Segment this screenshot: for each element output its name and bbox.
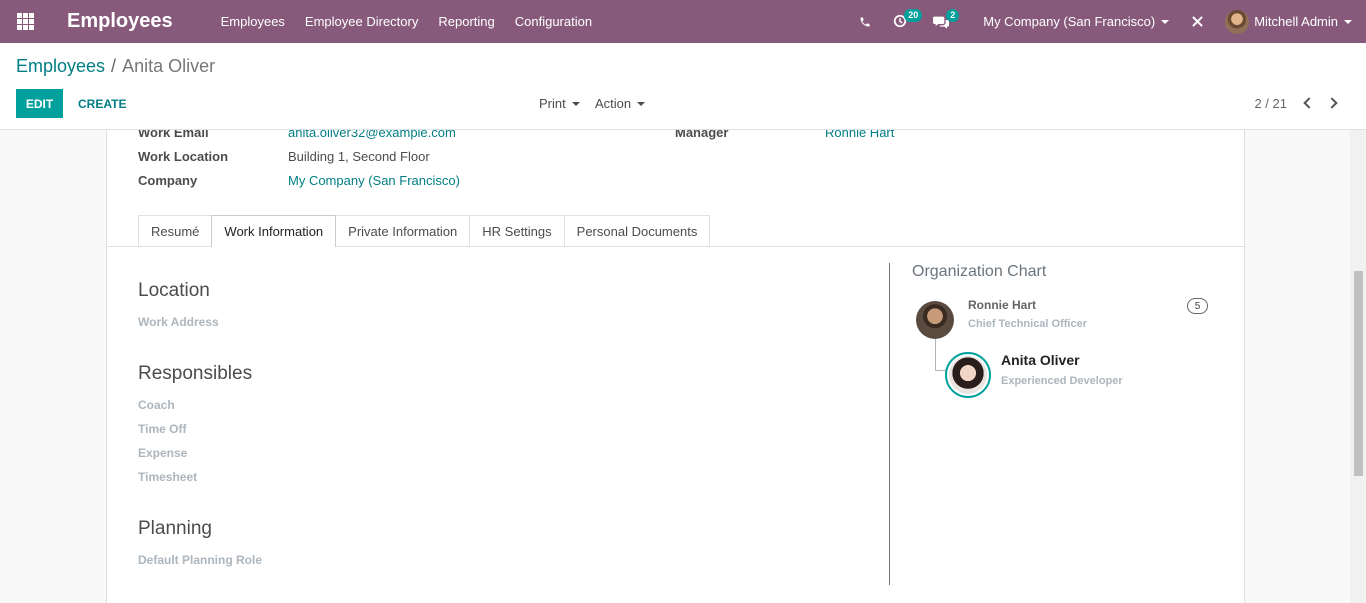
- manager-avatar[interactable]: [916, 301, 954, 339]
- time-off-label: Time Off: [138, 422, 187, 436]
- navbar-systray: 20 2 My Company (San Francisco) Mitchell…: [855, 0, 1366, 43]
- expense-label: Expense: [138, 446, 188, 460]
- org-manager-job: Chief Technical Officer: [968, 318, 1087, 330]
- form-sheet: Work Email anita.oliver32@example.com Ma…: [106, 130, 1246, 603]
- breadcrumb-separator: /: [111, 56, 117, 76]
- apps-menu-icon[interactable]: [0, 0, 50, 43]
- planning-section-title: Planning: [138, 518, 212, 539]
- employee-avatar: [945, 352, 991, 398]
- menu-item-configuration[interactable]: Configuration: [505, 0, 602, 43]
- company-name: My Company (San Francisco): [983, 14, 1156, 29]
- print-dropdown[interactable]: Print: [539, 96, 580, 111]
- subordinates-count-badge[interactable]: 5: [1187, 298, 1208, 314]
- pager-next-button[interactable]: [1326, 95, 1341, 111]
- user-name: Mitchell Admin: [1254, 14, 1338, 29]
- chevron-down-icon: [571, 101, 580, 106]
- manager-label: Manager: [675, 130, 729, 140]
- chevron-left-icon: [1303, 97, 1315, 109]
- message-count-badge: 2: [946, 9, 960, 22]
- menu-item-reporting[interactable]: Reporting: [428, 0, 504, 43]
- default-planning-role-label: Default Planning Role: [138, 553, 263, 567]
- work-location-label: Work Location: [138, 149, 229, 164]
- main-menu: Employees Employee Directory Reporting C…: [211, 0, 602, 43]
- column-separator: [889, 263, 890, 585]
- print-label: Print: [539, 96, 566, 111]
- work-email-link[interactable]: anita.oliver32@example.com: [288, 130, 456, 140]
- manager-link[interactable]: Ronnie Hart: [825, 130, 894, 140]
- breadcrumb: Employees / Anita Oliver: [16, 56, 215, 77]
- chevron-down-icon: [1161, 19, 1170, 24]
- user-avatar: [1225, 9, 1250, 34]
- breadcrumb-parent-link[interactable]: Employees: [16, 56, 105, 76]
- menu-item-employees[interactable]: Employees: [211, 0, 295, 43]
- chevron-down-icon: [1344, 19, 1352, 24]
- pager-value[interactable]: 2 / 21: [1254, 96, 1287, 111]
- chevron-down-icon: [637, 101, 646, 106]
- company-link[interactable]: My Company (San Francisco): [288, 173, 460, 188]
- coach-label: Coach: [138, 398, 175, 412]
- activity-clock-icon[interactable]: 20: [891, 0, 925, 43]
- work-email-label: Work Email: [138, 130, 209, 140]
- scrollbar-thumb[interactable]: [1354, 271, 1363, 476]
- create-button[interactable]: CREATE: [78, 89, 126, 118]
- tools-cross-icon[interactable]: [1189, 0, 1205, 43]
- form-tabs: Resumé Work Information Private Informat…: [138, 215, 711, 247]
- pager-previous-button[interactable]: [1301, 95, 1315, 111]
- work-location-value: Building 1, Second Floor: [288, 149, 430, 164]
- timesheet-label: Timesheet: [138, 470, 198, 484]
- menu-item-employee-directory[interactable]: Employee Directory: [295, 0, 428, 43]
- work-address-label: Work Address: [138, 315, 219, 329]
- org-employee-job: Experienced Developer: [1001, 375, 1123, 387]
- responsibles-section-title: Responsibles: [138, 363, 253, 384]
- top-navbar: Employees Employees Employee Directory R…: [0, 0, 1366, 43]
- page-scrollbar[interactable]: [1350, 130, 1366, 603]
- chevron-right-icon: [1326, 97, 1338, 109]
- control-panel: Employees / Anita Oliver EDIT CREATE Print…: [0, 43, 1366, 130]
- tab-private-information[interactable]: Private Information: [335, 215, 471, 247]
- location-section-title: Location: [138, 280, 210, 301]
- phone-icon[interactable]: [855, 0, 875, 43]
- form-content: Work Email anita.oliver32@example.com Ma…: [0, 130, 1350, 603]
- app-brand[interactable]: Employees: [67, 10, 173, 33]
- action-label: Action: [595, 96, 632, 111]
- org-chart-title: Organization Chart: [912, 263, 1047, 280]
- tab-personal-documents[interactable]: Personal Documents: [563, 215, 711, 247]
- org-employee-name: Anita Oliver: [1001, 352, 1080, 368]
- activity-count-badge: 20: [904, 9, 923, 22]
- company-switcher[interactable]: My Company (San Francisco): [983, 14, 1170, 29]
- breadcrumb-current: Anita Oliver: [122, 56, 216, 76]
- messages-chat-icon[interactable]: 2: [933, 0, 963, 43]
- user-menu[interactable]: Mitchell Admin: [1225, 9, 1352, 34]
- edit-button[interactable]: EDIT: [16, 89, 63, 118]
- company-label: Company: [138, 173, 198, 188]
- tab-work-information[interactable]: Work Information: [211, 215, 337, 247]
- action-dropdown[interactable]: Action: [595, 96, 646, 111]
- tab-hr-settings[interactable]: HR Settings: [469, 215, 565, 247]
- org-manager-name[interactable]: Ronnie Hart: [968, 298, 1036, 312]
- tab-resume[interactable]: Resumé: [138, 215, 213, 247]
